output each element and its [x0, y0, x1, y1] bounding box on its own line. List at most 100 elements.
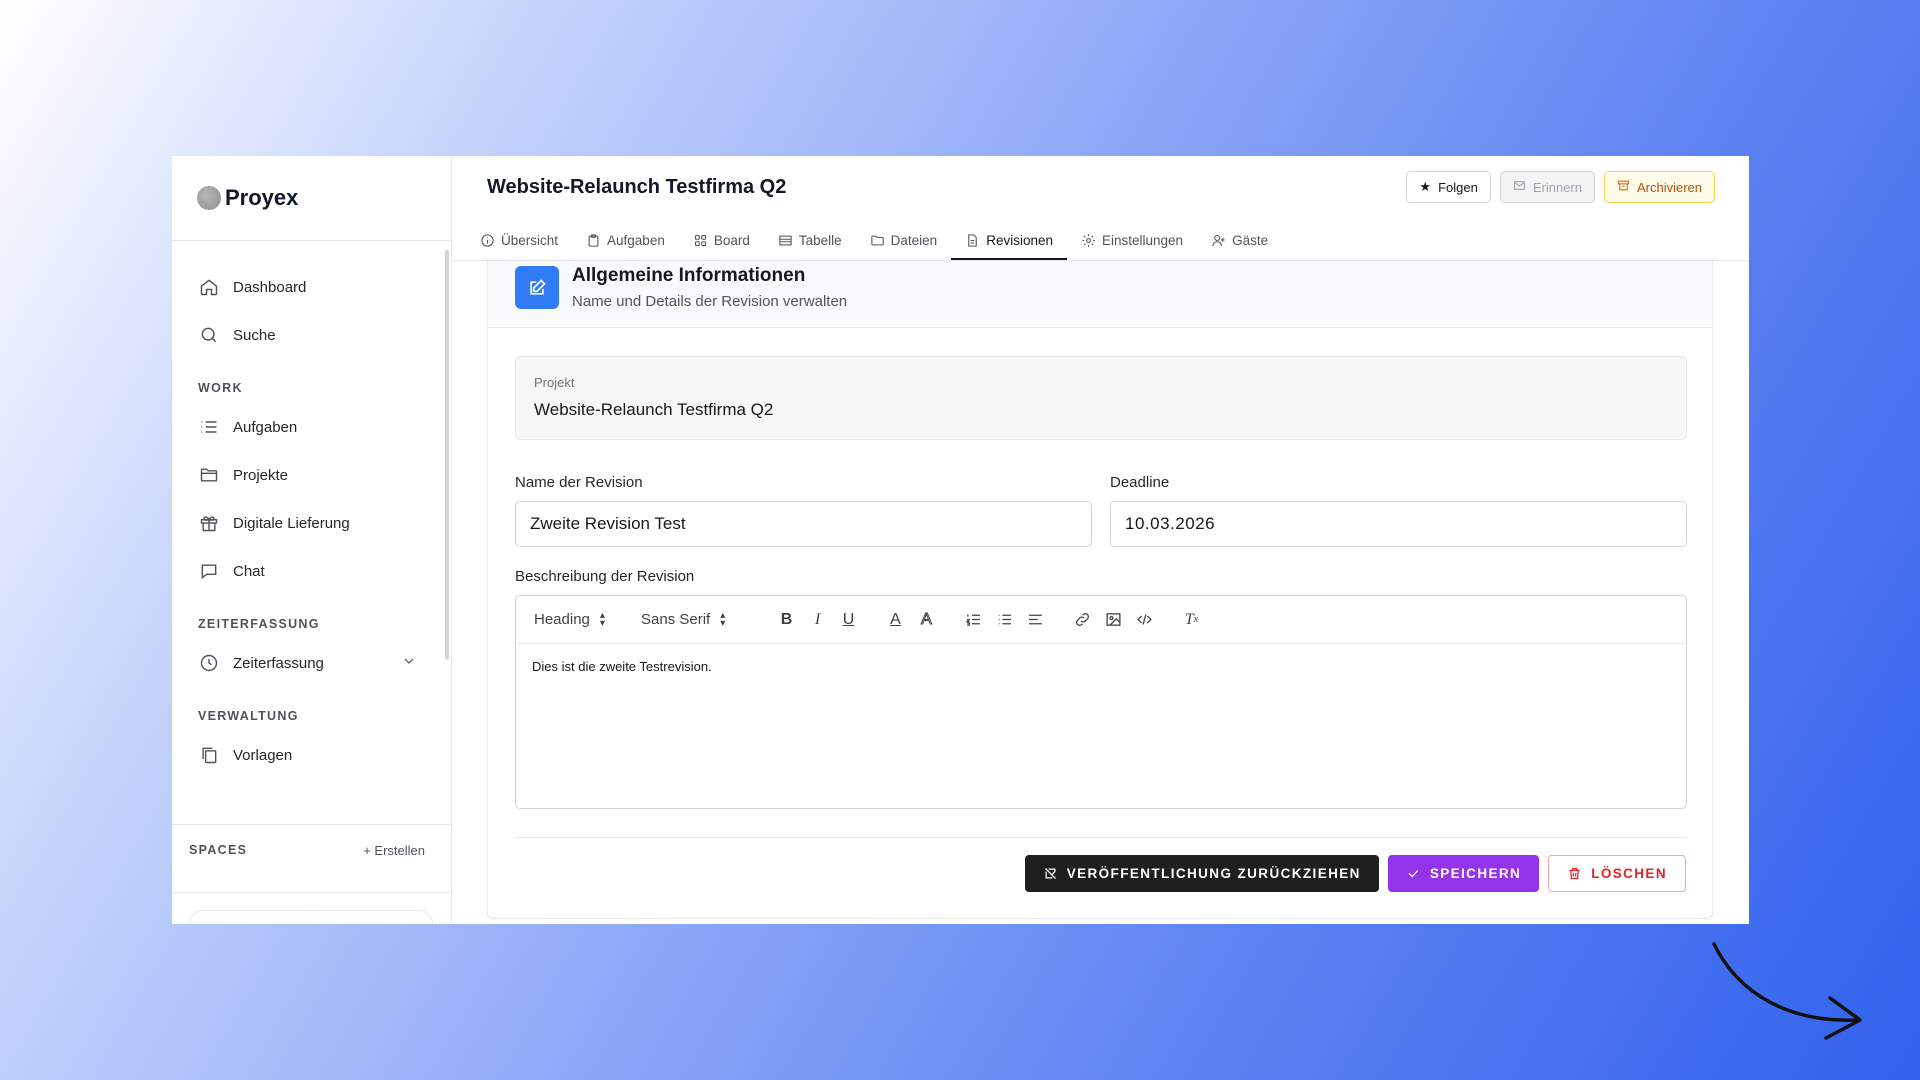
grid-icon [694, 234, 706, 246]
sidebar-item-label: Suche [233, 326, 276, 344]
document-icon [968, 233, 977, 247]
tab-revisionen[interactable]: Revisionen [951, 220, 1067, 260]
deadline-input[interactable]: 10.03.2026 [1110, 501, 1687, 547]
brand-name: Proyex [225, 185, 299, 210]
heading-select[interactable]: Heading ▴ ▾ [534, 609, 641, 629]
chevron-down-icon[interactable] [401, 653, 417, 673]
deadline-label: Deadline [1110, 474, 1170, 491]
edit-icon [515, 266, 559, 309]
rich-text-editor: Heading ▴ ▾ Sans Serif ▴ ▾ B I U A A T x… [515, 595, 1687, 809]
mail-icon [1513, 179, 1526, 195]
page-title: Website-Relaunch Testfirma Q2 [487, 176, 787, 198]
footer-divider [515, 837, 1687, 838]
tab-label: Tabelle [798, 232, 842, 248]
sidebar-item-label: Projekte [233, 466, 289, 484]
archive-icon [1617, 179, 1630, 195]
list-icon [198, 416, 220, 438]
archive-label: Archivieren [1636, 179, 1702, 195]
gear-icon [1082, 233, 1095, 247]
chat-icon [198, 560, 220, 582]
check-icon [1408, 869, 1419, 878]
search-icon [198, 324, 220, 346]
font-select[interactable]: Sans Serif ▴ ▾ [641, 610, 771, 628]
revision-name-input[interactable]: Zweite Revision Test [515, 501, 1092, 547]
tab-label: Übersicht [501, 232, 559, 248]
spaces-title: SPACES [189, 843, 248, 857]
tab-gaeste[interactable]: Gäste [1197, 220, 1282, 260]
unpublish-label: VERÖFFENTLICHUNG ZURÜCKZIEHEN [1066, 866, 1361, 881]
clear-format-icon[interactable]: Tx [1176, 611, 1207, 629]
tab-dateien[interactable]: Dateien [856, 220, 952, 260]
tab-label: Einstellungen [1102, 232, 1184, 248]
tab-tabelle[interactable]: Tabelle [764, 220, 856, 260]
save-button[interactable]: SPEICHERN [1387, 855, 1540, 892]
brand[interactable]: Proyex [172, 156, 451, 241]
font-select-value: Sans Serif [641, 611, 711, 628]
section-title-work: WORK [198, 381, 243, 395]
image-icon[interactable] [1098, 611, 1129, 628]
editor-content[interactable]: Dies ist die zweite Testrevision. [516, 644, 1686, 689]
clock-icon [198, 652, 220, 674]
folder-icon [871, 235, 884, 245]
sidebar-item-digitale-lieferung[interactable]: Digitale Lieferung [198, 499, 451, 547]
sidebar-item-zeiterfassung[interactable]: Zeiterfassung [198, 639, 451, 687]
sidebar-item-chat[interactable]: Chat [198, 547, 451, 595]
unpublish-button[interactable]: VERÖFFENTLICHUNG ZURÜCKZIEHEN [1024, 855, 1379, 892]
table-icon [779, 235, 792, 245]
sidebar-item-suche[interactable]: Suche [198, 311, 451, 359]
code-icon[interactable] [1129, 611, 1160, 628]
description-label: Beschreibung der Revision [515, 568, 695, 585]
sidebar-item-aufgaben[interactable]: Aufgaben [198, 403, 451, 451]
tab-label: Revisionen [986, 232, 1053, 248]
sidebar-scrollbar[interactable] [445, 250, 449, 660]
spaces-search-input[interactable] [189, 910, 433, 924]
sidebar-item-label: Zeiterfassung [233, 654, 324, 672]
sidebar-item-vorlagen[interactable]: Vorlagen [198, 731, 451, 779]
folder-icon [198, 464, 220, 486]
ordered-list-icon[interactable] [958, 611, 989, 628]
tab-aufgaben[interactable]: Aufgaben [572, 220, 679, 260]
app-window: Proyex Dashboard Suche WORK Aufgaben Pro… [172, 156, 1749, 924]
footer-actions: VERÖFFENTLICHUNG ZURÜCKZIEHEN SPEICHERN … [1024, 855, 1686, 892]
clipboard-icon [588, 233, 599, 247]
follow-button[interactable]: ★ Folgen [1406, 171, 1491, 203]
archive-button[interactable]: Archivieren [1603, 171, 1715, 203]
underline-icon[interactable]: U [833, 611, 864, 629]
tab-board[interactable]: Board [679, 220, 764, 260]
sidebar: Proyex Dashboard Suche WORK Aufgaben Pro… [172, 156, 452, 924]
sidebar-item-label: Chat [233, 562, 265, 580]
gift-icon [198, 512, 220, 534]
italic-icon[interactable]: I [802, 611, 833, 629]
select-arrows-icon: ▴ ▾ [599, 609, 605, 629]
follow-label: Folgen [1438, 179, 1478, 195]
revision-card: Allgemeine Informationen Name und Detail… [487, 261, 1713, 919]
curved-arrow-icon [1712, 942, 1862, 1040]
align-icon[interactable] [1020, 611, 1051, 628]
section-title-verwaltung: VERWALTUNG [198, 709, 299, 723]
project-readonly-field: Projekt Website-Relaunch Testfirma Q2 [515, 356, 1687, 440]
tab-bar: Übersicht Aufgaben Board Tabelle Dateien… [466, 220, 1282, 260]
sidebar-item-label: Vorlagen [233, 746, 293, 764]
tab-einstellungen[interactable]: Einstellungen [1067, 220, 1197, 260]
bold-icon[interactable]: B [771, 611, 802, 629]
sidebar-item-label: Aufgaben [233, 418, 298, 436]
revision-name-label: Name der Revision [515, 474, 643, 491]
remind-button[interactable]: Erinnern [1499, 171, 1595, 203]
tab-label: Dateien [890, 232, 938, 248]
text-color-icon[interactable]: A [880, 611, 911, 629]
header-actions: ★ Folgen Erinnern Archivieren [1406, 171, 1715, 203]
section-title-zeiterfassung: ZEITERFASSUNG [198, 617, 320, 631]
create-space-button[interactable]: + Erstellen [363, 843, 425, 858]
tab-uebersicht[interactable]: Übersicht [466, 220, 572, 260]
card-header: Allgemeine Informationen Name und Detail… [488, 261, 1712, 328]
background-color-icon[interactable]: A [911, 610, 942, 629]
logo-icon [197, 186, 221, 210]
home-icon [198, 276, 220, 298]
sidebar-item-dashboard[interactable]: Dashboard [198, 263, 451, 311]
sidebar-item-label: Dashboard [233, 278, 307, 296]
delete-button[interactable]: LÖSCHEN [1548, 855, 1686, 892]
bullet-list-icon[interactable] [989, 611, 1020, 628]
sidebar-item-projekte[interactable]: Projekte [198, 451, 451, 499]
link-icon[interactable] [1067, 611, 1098, 628]
sidebar-nav: Dashboard Suche WORK Aufgaben Projekte D… [172, 241, 451, 779]
